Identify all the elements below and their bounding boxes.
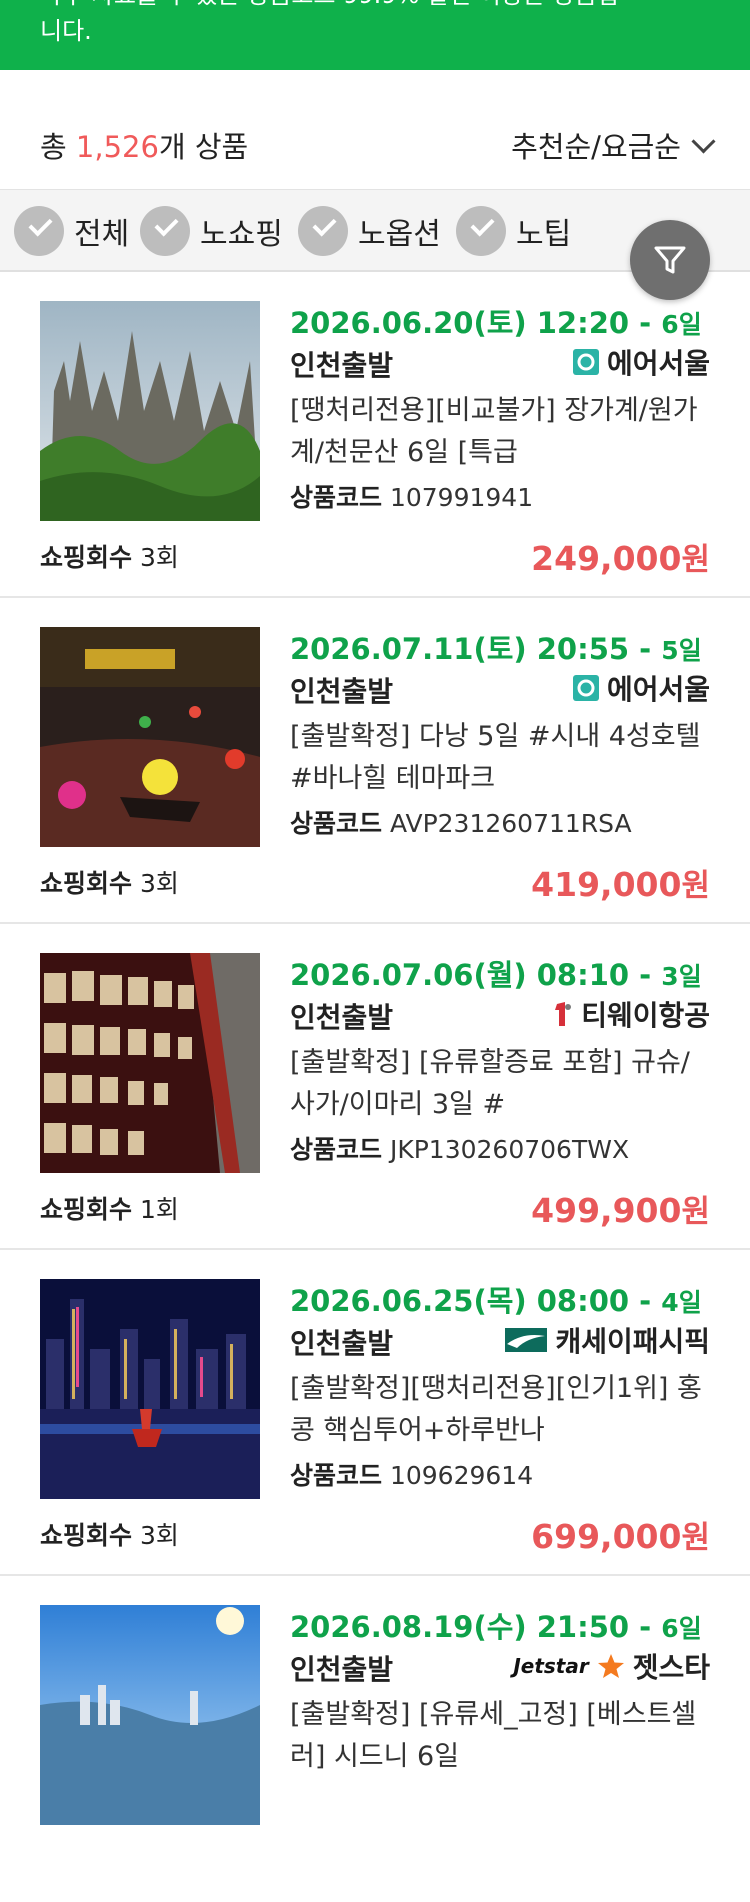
product-price: 499,900원 [531,1191,710,1230]
airline-name: 캐세이패시픽 [505,1320,710,1360]
notice-banner: 다수 자료를 수 있는 상품코드 99.9% 할인 이상은 상품입 니다. [0,0,750,70]
departure-city: 인천출발 [290,1653,394,1686]
departure-date: 2026.06.20(토) 12:20 - 6일 [290,306,702,340]
product-card[interactable]: 2026.06.25(목) 08:00 - 4일 인천출발 캐세이패시픽 [출발… [0,1250,750,1576]
product-code: 상품코드 AVP231260711RSA [290,809,632,838]
airline-name: 티웨이항공 [551,994,710,1034]
product-title: [출발확정][땡처리전용][인기1위] 홍콩 핵심투어+하루반나 [290,1373,702,1446]
departure-city: 인천출발 [290,1327,394,1360]
product-code: 상품코드 109629614 [290,1461,534,1490]
product-title: [출발확정] [유류세_고정] [베스트셀러] 시드니 6일 [290,1699,697,1772]
departure-date: 2026.06.25(목) 08:00 - 4일 [290,1284,702,1318]
air-seoul-logo-icon [572,349,599,375]
sort-dropdown[interactable]: 추천순/요금순 [511,124,716,166]
notice-line-2: 니다. [40,17,92,45]
airline-name: Jetstar 젯스타 [513,1651,710,1684]
shopping-count: 쇼핑회수 3회 [40,1521,179,1550]
product-thumbnail [40,301,260,521]
funnel-icon [654,246,686,274]
shopping-count: 쇼핑회수 3회 [40,543,179,572]
product-card[interactable]: 2026.07.06(월) 08:10 - 3일 인천출발 티웨이항공 [출발확… [0,924,750,1250]
check-icon [298,206,348,256]
product-title: [출발확정] 다낭 5일 #시내 4성호텔 #바나힐 테마파크 [290,721,701,794]
total-count: 총 1,526개 상품 [40,130,249,164]
filter-no-tip[interactable]: 노팁 [456,206,571,256]
cathay-logo-icon [505,1328,548,1352]
product-card[interactable]: 2026.07.11(토) 20:55 - 5일 인천출발 에어서울 [출발확정… [0,598,750,924]
airline-name: 에어서울 [572,668,710,708]
result-summary: 총 1,526개 상품 추천순/요금순 [0,70,750,190]
product-thumbnail [40,1605,260,1825]
departure-city: 인천출발 [290,1001,394,1034]
star-icon [597,1654,624,1678]
product-title: [땡처리전용][비교불가] 장가계/원가계/천문산 6일 [특급 [290,395,698,468]
product-price: 249,000원 [531,539,710,578]
filter-all[interactable]: 전체 [14,206,129,256]
total-count-number: 1,526 [75,130,159,164]
departure-city: 인천출발 [290,675,394,708]
departure-city: 인천출발 [290,349,394,382]
check-icon [140,206,190,256]
departure-date: 2026.08.19(수) 21:50 - 6일 [290,1610,702,1644]
product-code: 상품코드 JKP130260706TWX [290,1135,630,1164]
check-icon [14,206,64,256]
product-price: 699,000원 [531,1517,710,1556]
airline-name: 에어서울 [572,342,710,382]
check-icon [456,206,506,256]
air-seoul-logo-icon [572,675,599,701]
product-code: 상품코드 107991941 [290,483,534,512]
tway-logo-icon [555,1002,572,1026]
sort-label: 추천순/요금순 [511,130,681,164]
product-thumbnail [40,627,260,847]
shopping-count: 쇼핑회수 3회 [40,869,179,898]
filter-fab-button[interactable] [630,220,710,300]
product-thumbnail [40,953,260,1173]
departure-date: 2026.07.06(월) 08:10 - 3일 [290,958,702,992]
product-price: 419,000원 [531,865,710,904]
product-card[interactable]: 2026.06.20(토) 12:20 - 6일 인천출발 에어서울 [땡처리전… [0,272,750,598]
shopping-count: 쇼핑회수 1회 [40,1195,179,1224]
filter-no-shopping[interactable]: 노쇼핑 [140,206,283,256]
jetstar-logo: Jetstar [513,1654,589,1678]
filter-no-option[interactable]: 노옵션 [298,206,441,256]
departure-date: 2026.07.11(토) 20:55 - 5일 [290,632,702,666]
product-card[interactable]: 2026.08.19(수) 21:50 - 6일 인천출발 Jetstar 젯스… [0,1576,750,1902]
product-thumbnail [40,1279,260,1499]
chevron-down-icon [691,128,716,154]
notice-line-1: 다수 자료를 수 있는 상품코드 99.9% 할인 이상은 상품입 [40,0,619,12]
product-title: [출발확정] [유류할증료 포함] 규슈/사가/이마리 3일 # [290,1047,690,1120]
